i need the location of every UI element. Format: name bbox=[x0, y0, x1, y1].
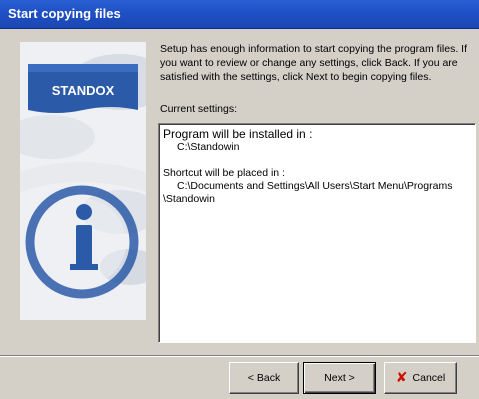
cancel-x-icon: ✘ bbox=[395, 370, 408, 386]
shortcut-path-line1: C:\Documents and Settings\All Users\Star… bbox=[177, 180, 453, 192]
current-settings-textbox[interactable]: Program will be installed in : C:\Stando… bbox=[158, 123, 476, 343]
back-button[interactable]: < Back bbox=[229, 362, 299, 394]
shortcut-heading: Shortcut will be placed in : bbox=[163, 167, 285, 179]
next-button-label: Next > bbox=[324, 372, 355, 384]
standox-logo-text: STANDOX bbox=[52, 83, 115, 98]
current-settings-label: Current settings: bbox=[160, 103, 238, 115]
cancel-button-label: Cancel bbox=[412, 372, 446, 384]
window-title: Start copying files bbox=[8, 6, 121, 21]
cancel-button[interactable]: ✘ Cancel bbox=[384, 362, 457, 394]
footer-divider bbox=[0, 355, 479, 357]
standox-info-graphic: STANDOX bbox=[20, 54, 146, 299]
install-path: C:\Standowin bbox=[177, 141, 240, 153]
install-heading: Program will be installed in : bbox=[163, 127, 313, 141]
title-bar[interactable]: Start copying files bbox=[0, 0, 479, 29]
back-button-label: < Back bbox=[247, 372, 281, 384]
shortcut-path-line2: \Standowin bbox=[163, 193, 215, 205]
setup-wizard-window: Start copying files STANDOX Setup has en… bbox=[0, 0, 479, 399]
wizard-side-image: STANDOX bbox=[20, 42, 146, 320]
next-button[interactable]: Next > bbox=[303, 362, 376, 394]
wizard-description: Setup has enough information to start co… bbox=[160, 43, 468, 83]
